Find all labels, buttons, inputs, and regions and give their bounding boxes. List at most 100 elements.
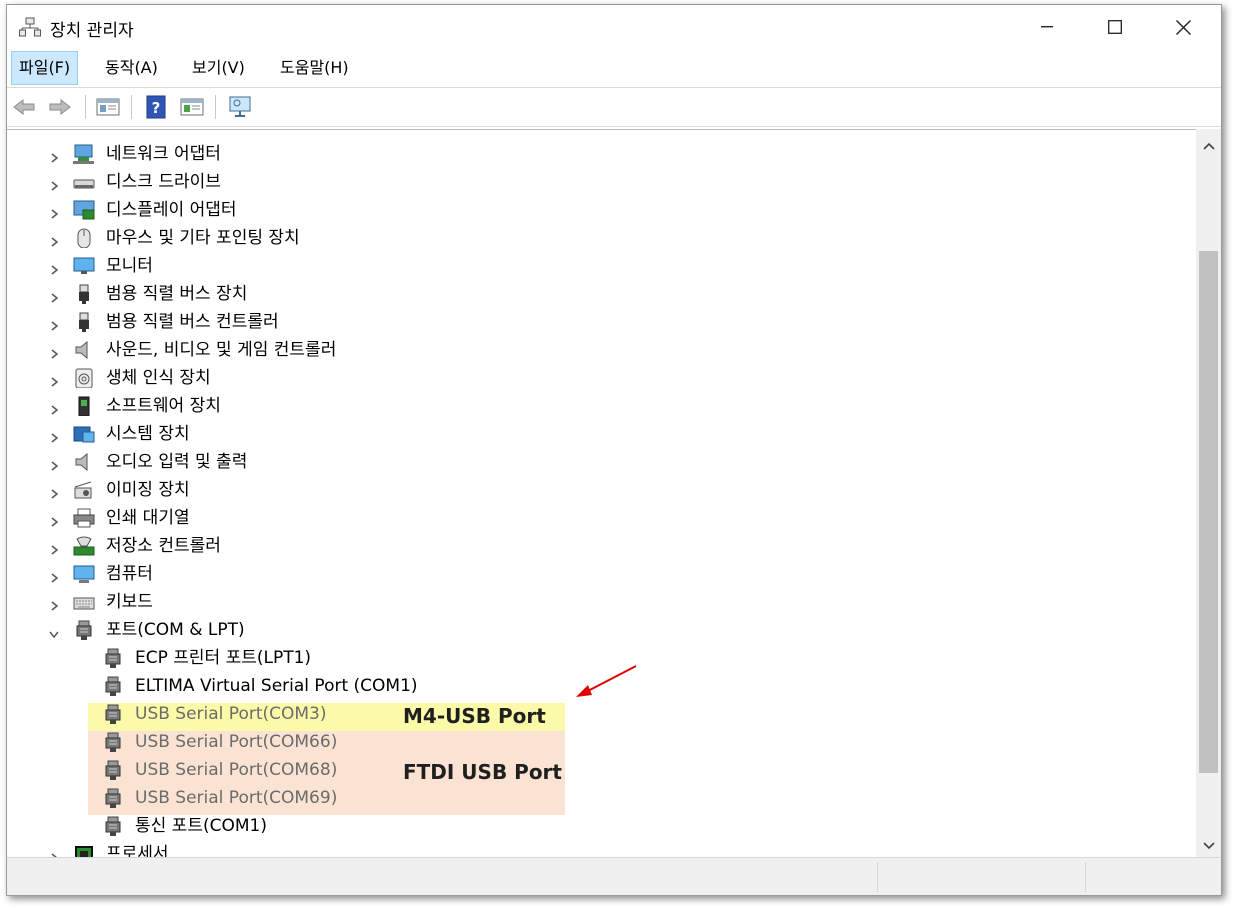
expand-toggle[interactable] <box>48 541 60 555</box>
tree-item-label: 이미징 장치 <box>106 480 190 500</box>
tree-port-item[interactable]: USB Serial Port(COM68) <box>7 756 1196 784</box>
software-device-icon <box>78 396 90 417</box>
port-icon <box>102 648 124 668</box>
expand-toggle[interactable] <box>48 317 60 331</box>
window-title: 장치 관리자 <box>50 21 134 41</box>
m4-usb-port-annotation: M4-USB Port <box>403 704 546 728</box>
expand-toggle[interactable] <box>48 233 60 247</box>
menu-help[interactable]: 도움말(H) <box>273 52 356 84</box>
scroll-up-button[interactable] <box>1196 135 1221 157</box>
view-pane-button[interactable] <box>179 94 205 120</box>
expand-toggle[interactable] <box>48 429 60 443</box>
menu-file[interactable]: 파일(F) <box>11 51 79 85</box>
computer-icon <box>73 564 95 584</box>
expand-toggle[interactable] <box>48 149 60 163</box>
tree-category-item[interactable]: 프로세서 <box>7 840 1196 858</box>
camera-icon <box>73 480 95 500</box>
properties-button[interactable] <box>95 94 121 120</box>
tree-category-item[interactable]: 키보드 <box>7 588 1196 616</box>
toolbar-separator <box>85 95 86 119</box>
tree-item-label: 키보드 <box>106 592 153 612</box>
tree-item-label: USB Serial Port(COM3) <box>135 704 327 724</box>
expand-toggle[interactable] <box>48 625 60 639</box>
expand-toggle[interactable] <box>48 513 60 527</box>
tree-category-item[interactable]: 마우스 및 기타 포인팅 장치 <box>7 224 1196 252</box>
expand-toggle[interactable] <box>48 373 60 387</box>
vertical-scrollbar[interactable] <box>1196 129 1221 857</box>
expand-toggle[interactable] <box>48 261 60 275</box>
chevron-right-icon <box>51 293 59 303</box>
tree-port-item[interactable]: USB Serial Port(COM69) <box>7 784 1196 812</box>
port-icon <box>105 816 121 836</box>
system-device-icon <box>73 426 95 443</box>
tree-category-item[interactable]: 소프트웨어 장치 <box>7 392 1196 420</box>
scan-hardware-button[interactable] <box>227 94 253 120</box>
tree-category-item[interactable]: 네트워크 어댑터 <box>7 140 1196 168</box>
speaker-icon <box>73 340 95 360</box>
menu-view[interactable]: 보기(V) <box>185 52 252 84</box>
tree-category-item[interactable]: 이미징 장치 <box>7 476 1196 504</box>
chevron-up-icon <box>1202 142 1215 150</box>
port-icon <box>76 620 92 640</box>
tree-category-item[interactable]: 사운드, 비디오 및 게임 컨트롤러 <box>7 336 1196 364</box>
tree-category-item[interactable]: 디스플레이 어댑터 <box>7 196 1196 224</box>
expand-toggle[interactable] <box>48 597 60 611</box>
chevron-right-icon <box>51 517 59 527</box>
toolbar-separator <box>215 95 216 119</box>
tree-category-ports[interactable]: 포트(COM & LPT) <box>7 616 1196 644</box>
system-device-icon <box>73 424 95 444</box>
processor-icon <box>73 844 95 858</box>
expand-toggle[interactable] <box>48 457 60 471</box>
keyboard-icon <box>73 592 95 612</box>
chevron-right-icon <box>51 433 59 443</box>
tree-category-item[interactable]: 저장소 컨트롤러 <box>7 532 1196 560</box>
tree-category-item[interactable]: 범용 직렬 버스 장치 <box>7 280 1196 308</box>
chevron-right-icon <box>51 405 59 415</box>
expand-toggle[interactable] <box>48 205 60 219</box>
toolbar: ? <box>7 88 1221 127</box>
maximize-button[interactable] <box>1081 5 1149 49</box>
minimize-button[interactable] <box>1013 5 1081 49</box>
scroll-thumb[interactable] <box>1199 251 1218 773</box>
back-button[interactable] <box>11 94 37 120</box>
tree-category-item[interactable]: 범용 직렬 버스 컨트롤러 <box>7 308 1196 336</box>
scroll-down-button[interactable] <box>1196 835 1221 857</box>
expand-toggle[interactable] <box>48 485 60 499</box>
monitor-icon <box>73 257 95 274</box>
expand-toggle[interactable] <box>48 177 60 191</box>
expand-toggle[interactable] <box>48 569 60 583</box>
tree-category-item[interactable]: 모니터 <box>7 252 1196 280</box>
close-button[interactable] <box>1149 5 1217 49</box>
storage-controller-icon <box>73 536 95 556</box>
tree-item-label: 범용 직렬 버스 장치 <box>106 284 248 304</box>
tree-category-item[interactable]: 컴퓨터 <box>7 560 1196 588</box>
tree-item-label: 사운드, 비디오 및 게임 컨트롤러 <box>106 340 337 360</box>
port-icon <box>105 704 121 724</box>
tree-port-item[interactable]: USB Serial Port(COM3) <box>7 700 1196 728</box>
fingerprint-icon <box>75 368 93 389</box>
expand-toggle[interactable] <box>48 289 60 303</box>
tree-category-item[interactable]: 시스템 장치 <box>7 420 1196 448</box>
tree-category-item[interactable]: 오디오 입력 및 출력 <box>7 448 1196 476</box>
audio-io-icon <box>73 452 95 472</box>
help-icon: ? <box>146 95 166 119</box>
expand-toggle[interactable] <box>48 345 60 359</box>
minimize-icon <box>1041 26 1053 28</box>
tree-port-item[interactable]: USB Serial Port(COM66) <box>7 728 1196 756</box>
expand-toggle[interactable] <box>48 401 60 415</box>
device-tree[interactable]: 네트워크 어댑터디스크 드라이브 디스플레이 어댑터 마우스 및 기타 포인팅 장치… <box>7 129 1196 858</box>
svg-text:?: ? <box>152 99 161 117</box>
menu-action[interactable]: 동작(A) <box>98 52 165 84</box>
tree-item-label: USB Serial Port(COM69) <box>135 788 338 808</box>
tree-port-item[interactable]: 통신 포트(COM1) <box>7 812 1196 840</box>
forward-button[interactable] <box>47 94 73 120</box>
tree-category-item[interactable]: 생체 인식 장치 <box>7 364 1196 392</box>
usb-controller-icon <box>79 312 89 332</box>
tree-category-item[interactable]: 인쇄 대기열 <box>7 504 1196 532</box>
fingerprint-icon <box>73 368 95 389</box>
tree-item-label: 네트워크 어댑터 <box>106 144 221 164</box>
tree-item-label: 컴퓨터 <box>106 564 153 584</box>
usb-controller-icon <box>73 312 95 332</box>
help-button[interactable]: ? <box>143 94 169 120</box>
tree-category-item[interactable]: 디스크 드라이브 <box>7 168 1196 196</box>
